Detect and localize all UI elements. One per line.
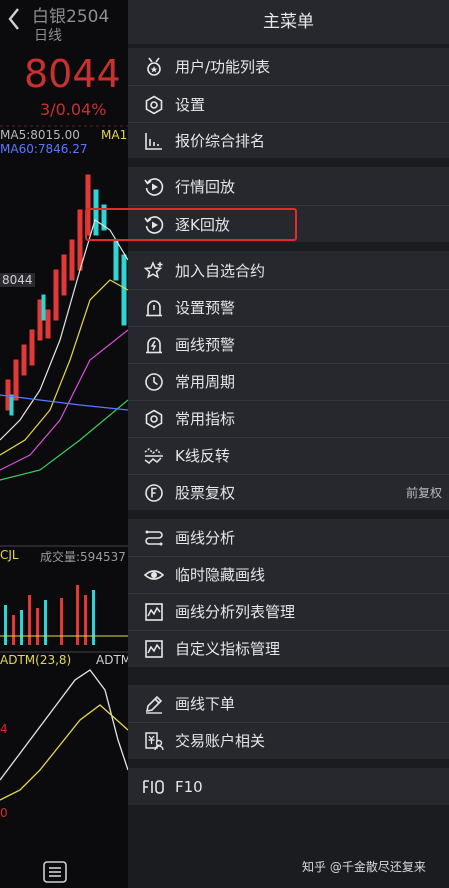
menu-item-stock-rights[interactable]: 股票复权 前复权 (128, 474, 449, 511)
period-label: 日线 (34, 28, 62, 44)
adtm-label-2: ADTM (96, 653, 128, 667)
alarm-icon (143, 297, 165, 319)
menu-item-label: 画线下单 (175, 695, 236, 713)
eye-icon (143, 564, 165, 586)
ma-short-label: MA1 (101, 128, 128, 142)
hexagon-gear-icon (143, 94, 165, 116)
volume-indicator-label: CJL (0, 548, 19, 562)
menu-item-market-replay[interactable]: 行情回放 (128, 168, 449, 205)
menu-item-add-watchlist[interactable]: 加入自选合约 (128, 252, 449, 289)
menu-item-label: 画线分析 (175, 529, 236, 547)
clock-icon (143, 371, 165, 393)
chart-box-icon (143, 638, 165, 660)
f10-icon (143, 776, 165, 798)
volume-value: 成交量:594537 (40, 550, 126, 564)
last-price: 8044 (24, 52, 121, 96)
menu-item-label: F10 (175, 777, 203, 796)
rights-mode-value: 前复权 (405, 486, 442, 500)
menu-item-common-indicator[interactable]: 常用指标 (128, 400, 449, 437)
chart-area: 白银2504 日线 8044 3/0.04% MA5:8015.00 MA1 M… (0, 0, 128, 888)
menu-item-draw-order[interactable]: 画线下单 (128, 685, 449, 722)
medal-icon (143, 56, 165, 78)
menu-item-label: 加入自选合约 (175, 262, 266, 280)
menu-item-label: K线反转 (175, 447, 230, 465)
path-icon (143, 527, 165, 549)
menu-item-label: 行情回放 (175, 178, 236, 196)
menu-item-common-period[interactable]: 常用周期 (128, 363, 449, 400)
menu-item-label: 画线分析列表管理 (175, 603, 296, 621)
chart-box-icon (143, 601, 165, 623)
highlight-box (85, 208, 297, 241)
menu-item-label: 常用指标 (175, 410, 236, 428)
replay-icon (143, 176, 165, 198)
contract-title: 白银2504 (32, 7, 110, 27)
adtm-label: ADTM(23,8) (0, 653, 72, 667)
watermark: 知乎 @千金散尽还复来 (302, 860, 426, 874)
account-icon (143, 730, 165, 752)
menu-item-set-alert[interactable]: 设置预警 (128, 289, 449, 326)
hexagon-gear-icon (143, 408, 165, 430)
menu-item-quote-ranking[interactable]: 报价综合排名 (128, 122, 449, 159)
menu-item-user-function-list[interactable]: 用户/功能列表 (128, 48, 449, 85)
price-tag: 8044 (0, 273, 35, 287)
menu-item-label: 股票复权 (175, 484, 236, 502)
menu-item-line-analysis[interactable]: 画线分析 (128, 519, 449, 556)
ranking-chart-icon (143, 130, 165, 152)
menu-item-f10[interactable]: F10 (128, 768, 449, 805)
menu-title: 主菜单 (128, 0, 449, 44)
price-change: 3/0.04% (40, 100, 107, 119)
menu-item-line-alert[interactable]: 画线预警 (128, 326, 449, 363)
star-add-icon (143, 260, 165, 282)
f-circle-icon (143, 482, 165, 504)
menu-item-settings[interactable]: 设置 (128, 86, 449, 123)
menu-item-label: 自定义指标管理 (175, 640, 281, 658)
menu-list-icon (43, 861, 67, 883)
ma5-label: MA5:8015.00 (0, 128, 80, 142)
menu-item-label: 设置预警 (175, 299, 236, 317)
menu-item-label: 设置 (175, 96, 206, 114)
main-menu-panel: 主菜单 用户/功能列表 设置 报价综合排名 行情回放 逐K回放 加入自选合约 设… (128, 0, 449, 888)
menu-item-trading-account[interactable]: 交易账户相关 (128, 722, 449, 759)
menu-item-label: 报价综合排名 (175, 132, 266, 150)
axis-tick: 4 (0, 722, 8, 736)
menu-item-label: 画线预警 (175, 336, 236, 354)
menu-item-label: 常用周期 (175, 373, 236, 391)
menu-item-label: 临时隐藏画线 (175, 566, 266, 584)
back-arrow-icon (8, 8, 19, 30)
axis-tick: 0 (0, 806, 8, 820)
menu-item-k-flip[interactable]: K线反转 (128, 437, 449, 474)
menu-item-hide-lines[interactable]: 临时隐藏画线 (128, 556, 449, 593)
menu-item-line-list-manage[interactable]: 画线分析列表管理 (128, 593, 449, 630)
menu-item-label: 用户/功能列表 (175, 58, 271, 76)
alarm-bolt-icon (143, 334, 165, 356)
flip-icon (143, 445, 165, 467)
menu-item-custom-indicator-manage[interactable]: 自定义指标管理 (128, 630, 449, 667)
ma60-label: MA60:7846.27 (0, 142, 88, 156)
pencil-icon (143, 693, 165, 715)
menu-item-label: 交易账户相关 (175, 732, 266, 750)
